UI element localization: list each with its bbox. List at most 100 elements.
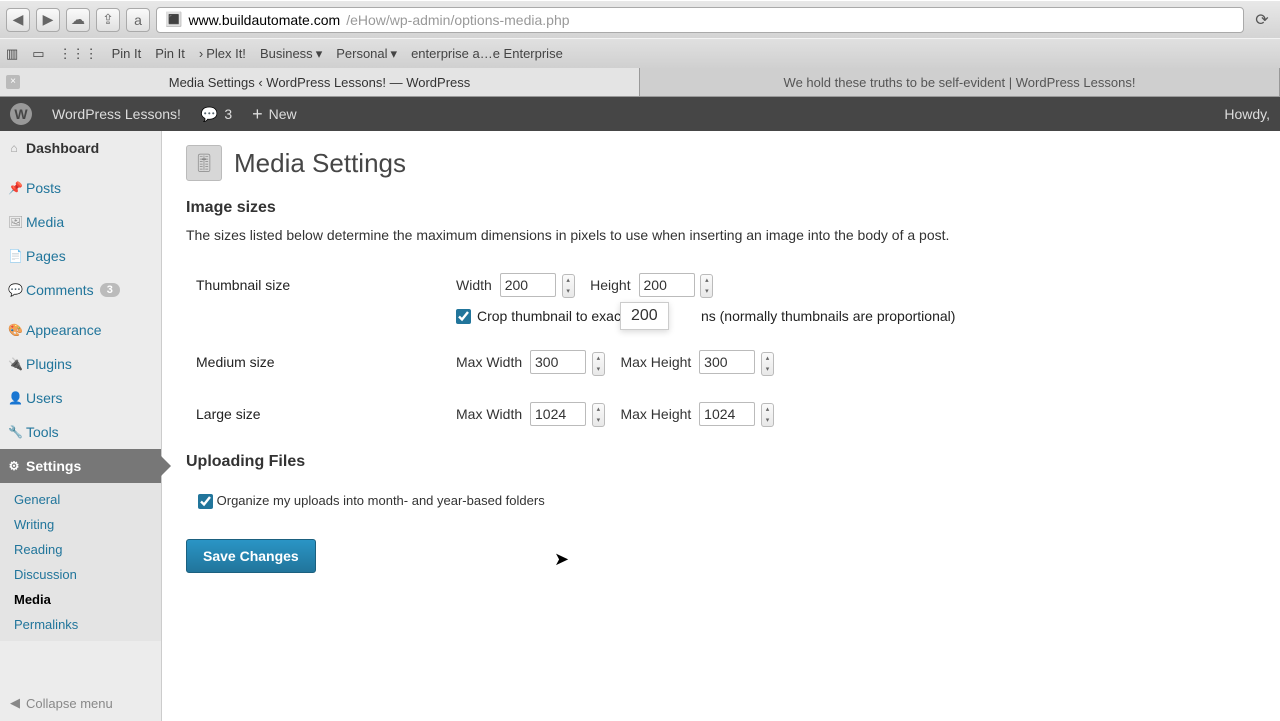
tab-media-settings[interactable]: × Media Settings ‹ WordPress Lessons! — … <box>0 68 640 96</box>
sidebar-item-settings[interactable]: ⚙Settings <box>0 449 161 483</box>
sidebar-item-pages[interactable]: 📄Pages <box>0 239 161 273</box>
howdy-link[interactable]: Howdy, <box>1224 106 1270 122</box>
apps-icon[interactable]: ⋮⋮⋮ <box>59 46 98 62</box>
pin-icon: 📌 <box>8 181 20 195</box>
sidebar-toggle-icon[interactable]: ▥ <box>6 46 18 62</box>
plus-icon: + <box>252 105 263 123</box>
bookmark-personal[interactable]: Personal ▾ <box>336 46 397 62</box>
tab-truths[interactable]: We hold these truths to be self-evident … <box>640 68 1280 96</box>
medium-width-stepper[interactable]: ▴▾ <box>592 352 605 376</box>
bookmarks-bar: ▥ ▭ ⋮⋮⋮ Pin It Pin It › Plex It! Busines… <box>0 38 1280 68</box>
reload-button[interactable]: ⟳ <box>1250 10 1274 30</box>
organize-checkbox[interactable] <box>198 494 213 509</box>
submenu-media[interactable]: Media <box>0 587 161 612</box>
browser-tabs: × Media Settings ‹ WordPress Lessons! — … <box>0 68 1280 96</box>
share-button[interactable]: ⇪ <box>96 8 120 32</box>
sidebar-item-posts[interactable]: 📌Posts <box>0 171 161 205</box>
save-changes-button[interactable]: Save Changes <box>186 539 316 573</box>
reader-icon[interactable]: ▭ <box>32 46 44 62</box>
users-icon: 👤 <box>8 391 20 405</box>
thumb-height-stepper[interactable]: ▴▾ <box>700 274 713 298</box>
sidebar-item-plugins[interactable]: 🔌Plugins <box>0 347 161 381</box>
appearance-icon: 🎨 <box>8 323 20 337</box>
value-tooltip: 200 <box>620 302 669 330</box>
tab-label: Media Settings ‹ WordPress Lessons! — Wo… <box>169 75 471 90</box>
submenu-permalinks[interactable]: Permalinks <box>0 612 161 637</box>
thumb-width-input[interactable] <box>500 273 556 297</box>
tools-icon: 🔧 <box>8 425 20 439</box>
submenu-discussion[interactable]: Discussion <box>0 562 161 587</box>
wp-admin-bar: W WordPress Lessons! 💬 3 + New Howdy, <box>0 97 1280 131</box>
thumbnail-size-label: Thumbnail size <box>186 265 456 342</box>
organize-label: Organize my uploads into month- and year… <box>217 493 545 508</box>
width-label: Width <box>456 277 492 293</box>
browser-chrome: ◀ ▶ ☁ ⇪ a 🔳 www.buildautomate.com/eHow/w… <box>0 0 1280 97</box>
page-icon: 📄 <box>8 249 20 263</box>
image-sizes-desc: The sizes listed below determine the max… <box>186 227 1256 243</box>
url-path: /eHow/wp-admin/options-media.php <box>346 12 569 28</box>
bookmark-business[interactable]: Business ▾ <box>260 46 322 62</box>
thumb-width-stepper[interactable]: ▴▾ <box>562 274 575 298</box>
comments-link[interactable]: 💬 3 <box>201 106 232 123</box>
admin-sidebar: ⌂Dashboard 📌Posts 🖼Media 📄Pages 💬Comment… <box>0 131 162 721</box>
bookmark-plexit[interactable]: › Plex It! <box>199 46 246 61</box>
cloud-button[interactable]: ☁ <box>66 8 90 32</box>
medium-size-label: Medium size <box>186 342 456 393</box>
tab-label: We hold these truths to be self-evident … <box>784 75 1136 90</box>
submenu-general[interactable]: General <box>0 487 161 512</box>
crop-label-b: ns (normally thumbnails are proportional… <box>701 308 955 324</box>
bookmark-pinit[interactable]: Pin It <box>112 46 142 61</box>
back-button[interactable]: ◀ <box>6 8 30 32</box>
sidebar-item-appearance[interactable]: 🎨Appearance <box>0 313 161 347</box>
crop-label-a: Crop thumbnail to exac <box>477 308 621 324</box>
large-height-stepper[interactable]: ▴▾ <box>761 403 774 427</box>
plugin-icon: 🔌 <box>8 357 20 371</box>
sidebar-item-comments[interactable]: 💬Comments 3 <box>0 273 161 307</box>
comment-icon: 💬 <box>201 106 218 123</box>
settings-submenu: General Writing Reading Discussion Media… <box>0 483 161 641</box>
bookmark-enterprise[interactable]: enterprise a…e Enterprise <box>411 46 563 61</box>
bookmark-pinit2[interactable]: Pin It <box>155 46 185 61</box>
content-area: 🎚 Media Settings Image sizes The sizes l… <box>162 131 1280 721</box>
sidebar-item-users[interactable]: 👤Users <box>0 381 161 415</box>
medium-height-stepper[interactable]: ▴▾ <box>761 352 774 376</box>
maxheight-label: Max Height <box>620 354 691 370</box>
amazon-button[interactable]: a <box>126 8 150 32</box>
large-width-input[interactable] <box>530 402 586 426</box>
maxheight-label-2: Max Height <box>620 406 691 422</box>
settings-icon: ⚙ <box>8 459 20 473</box>
comment-icon: 💬 <box>8 283 20 297</box>
height-label: Height <box>590 277 630 293</box>
media-icon: 🖼 <box>8 215 20 229</box>
media-settings-icon: 🎚 <box>186 145 222 181</box>
uploading-files-heading: Uploading Files <box>186 453 1256 471</box>
cursor-icon: ➤ <box>554 549 569 570</box>
collapse-menu[interactable]: ◀Collapse menu <box>0 685 161 721</box>
image-sizes-heading: Image sizes <box>186 199 1256 217</box>
site-icon: 🔳 <box>165 11 182 28</box>
large-height-input[interactable] <box>699 402 755 426</box>
crop-checkbox[interactable] <box>456 309 471 324</box>
medium-height-input[interactable] <box>699 350 755 374</box>
medium-width-input[interactable] <box>530 350 586 374</box>
large-width-stepper[interactable]: ▴▾ <box>592 403 605 427</box>
url-bar[interactable]: 🔳 www.buildautomate.com/eHow/wp-admin/op… <box>156 7 1244 33</box>
close-icon[interactable]: × <box>6 75 20 89</box>
collapse-icon: ◀ <box>10 695 20 711</box>
new-link[interactable]: + New <box>252 105 297 123</box>
sidebar-item-tools[interactable]: 🔧Tools <box>0 415 161 449</box>
thumb-height-input[interactable] <box>639 273 695 297</box>
dashboard-icon: ⌂ <box>8 141 20 155</box>
url-host: www.buildautomate.com <box>188 12 340 28</box>
maxwidth-label: Max Width <box>456 354 522 370</box>
sidebar-item-dashboard[interactable]: ⌂Dashboard <box>0 131 161 165</box>
wp-logo-icon[interactable]: W <box>10 103 32 125</box>
comments-badge: 3 <box>100 283 120 297</box>
maxwidth-label-2: Max Width <box>456 406 522 422</box>
sidebar-item-media[interactable]: 🖼Media <box>0 205 161 239</box>
forward-button[interactable]: ▶ <box>36 8 60 32</box>
submenu-writing[interactable]: Writing <box>0 512 161 537</box>
submenu-reading[interactable]: Reading <box>0 537 161 562</box>
site-name-link[interactable]: WordPress Lessons! <box>52 106 181 122</box>
page-title: Media Settings <box>234 148 406 179</box>
